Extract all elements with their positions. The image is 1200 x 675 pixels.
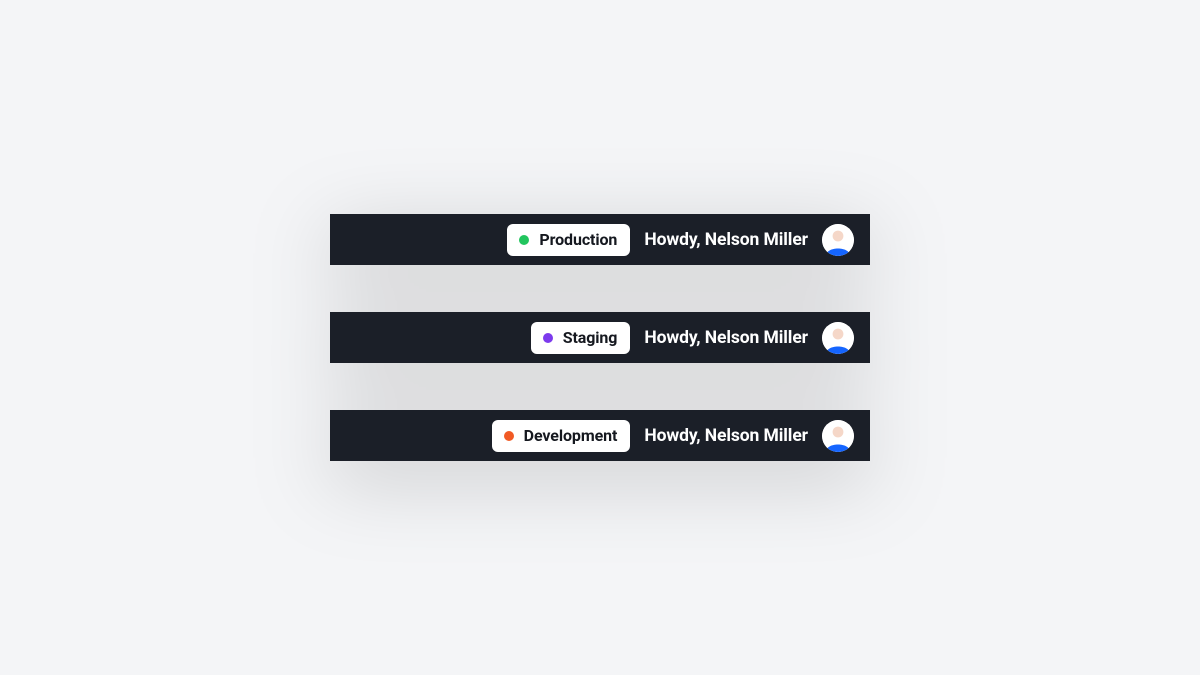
environment-badge[interactable]: Development	[492, 420, 631, 452]
status-dot-icon	[504, 431, 514, 441]
admin-bar-production: Production Howdy, Nelson Miller	[330, 214, 870, 265]
user-greeting[interactable]: Howdy, Nelson Miller	[644, 426, 808, 446]
avatar-icon	[822, 224, 854, 256]
admin-bar-stack: Production Howdy, Nelson Miller Staging …	[330, 214, 870, 461]
environment-label: Development	[524, 426, 618, 445]
canvas: Production Howdy, Nelson Miller Staging …	[0, 0, 1200, 675]
avatar[interactable]	[822, 420, 854, 452]
avatar[interactable]	[822, 224, 854, 256]
user-greeting[interactable]: Howdy, Nelson Miller	[644, 328, 808, 348]
status-dot-icon	[543, 333, 553, 343]
environment-label: Staging	[563, 328, 618, 347]
avatar[interactable]	[822, 322, 854, 354]
environment-badge[interactable]: Staging	[531, 322, 631, 354]
admin-bar-development: Development Howdy, Nelson Miller	[330, 410, 870, 461]
status-dot-icon	[519, 235, 529, 245]
environment-label: Production	[539, 230, 617, 249]
avatar-icon	[822, 322, 854, 354]
avatar-icon	[822, 420, 854, 452]
admin-bar-staging: Staging Howdy, Nelson Miller	[330, 312, 870, 363]
environment-badge[interactable]: Production	[507, 224, 630, 256]
user-greeting[interactable]: Howdy, Nelson Miller	[644, 230, 808, 250]
